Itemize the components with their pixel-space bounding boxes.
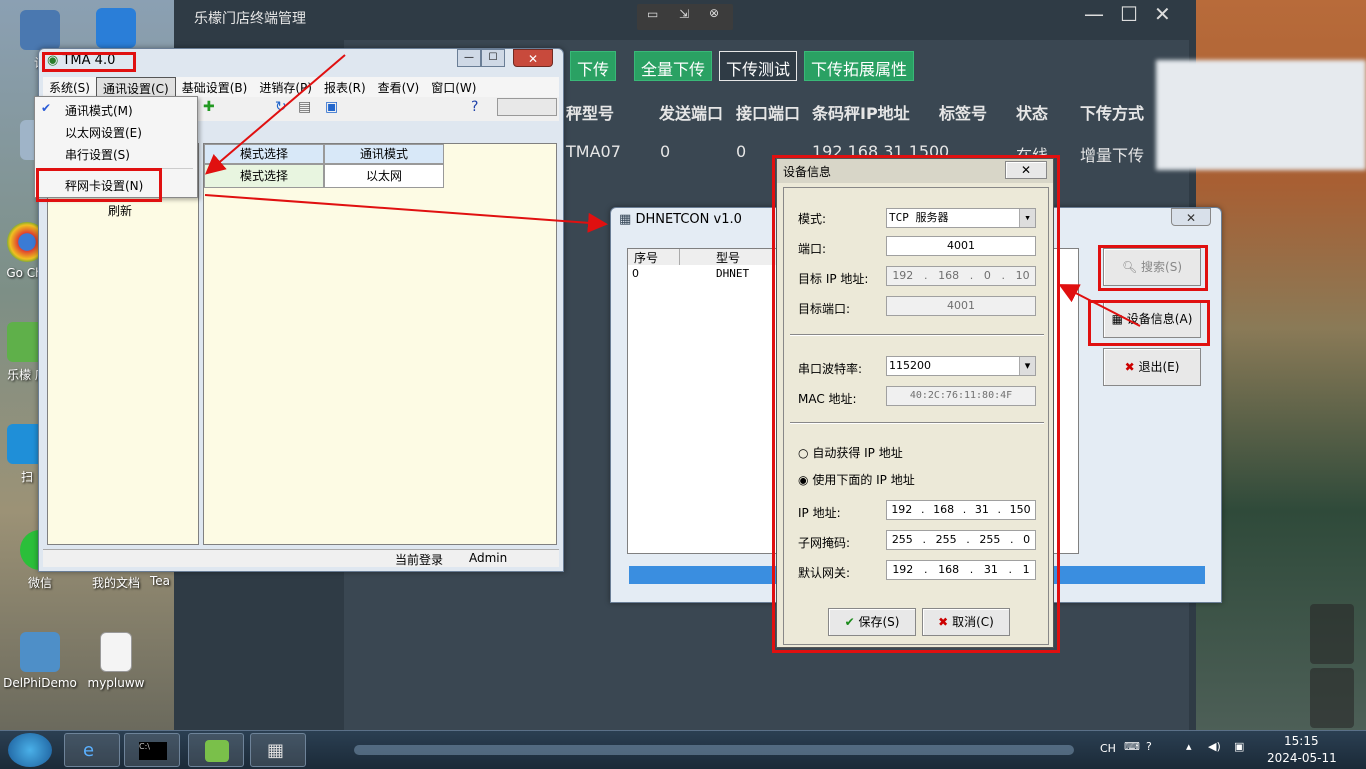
- show-hidden-icon[interactable]: ▴: [1186, 740, 1192, 753]
- start-button[interactable]: [8, 733, 52, 767]
- help-icon[interactable]: ?: [1146, 740, 1152, 753]
- lemeng-icon: [205, 740, 229, 762]
- taskbar-lemeng[interactable]: [188, 733, 244, 767]
- network-icon: ▦: [267, 740, 285, 761]
- taskbar-cmd[interactable]: C:\: [124, 733, 180, 767]
- network-tray-icon[interactable]: ▣: [1234, 740, 1244, 753]
- taskbar-blur: [354, 745, 1074, 755]
- clock-time[interactable]: 15:15: [1284, 734, 1319, 748]
- volume-icon[interactable]: ◀): [1208, 740, 1221, 753]
- ie-icon: e: [83, 740, 95, 761]
- taskbar-network[interactable]: ▦: [250, 733, 306, 767]
- annotation-arrows: [204, 54, 1141, 327]
- keyboard-icon[interactable]: ⌨: [1124, 740, 1140, 753]
- taskbar-ie[interactable]: e: [64, 733, 120, 767]
- taskbar: e C:\ ▦ CH ⌨ ? ▴ ◀) ▣ 15:15 2024-05-11: [0, 730, 1366, 769]
- side-widget-2[interactable]: [1310, 668, 1354, 728]
- cmd-icon: C:\: [139, 742, 167, 760]
- side-widget-1[interactable]: [1310, 604, 1354, 664]
- input-language[interactable]: CH: [1100, 742, 1116, 755]
- clock-date[interactable]: 2024-05-11: [1267, 751, 1337, 765]
